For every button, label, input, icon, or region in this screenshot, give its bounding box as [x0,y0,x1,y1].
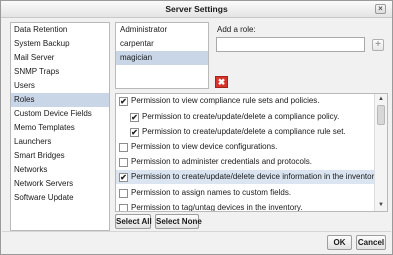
add-role-input[interactable] [216,37,365,52]
add-role-plus-icon[interactable]: + [372,39,384,51]
sidebar-item[interactable]: System Backup [11,37,109,51]
add-role-label: Add a role: [217,25,256,34]
permissions-scrollbar[interactable]: ▲ ▼ [374,94,387,211]
sidebar-item[interactable]: Software Update [11,191,109,205]
ok-button[interactable]: OK [327,235,352,250]
permission-row[interactable]: Permission to tag/untag devices in the i… [116,201,378,212]
dialog-titlebar: Server Settings × [1,1,392,18]
checkbox[interactable] [119,158,128,167]
cancel-button[interactable]: Cancel [356,235,386,250]
select-all-button[interactable]: Select All [115,214,152,229]
sidebar-item[interactable]: Custom Device Fields [11,107,109,121]
scroll-down-icon[interactable]: ▼ [375,200,387,211]
checked-checkbox[interactable]: ✔ [130,128,139,137]
dialog-title: Server Settings [165,4,228,14]
role-list-item[interactable]: Administrator [116,23,208,37]
sidebar-item[interactable]: Smart Bridges [11,149,109,163]
scroll-up-icon[interactable]: ▲ [375,94,387,105]
checked-checkbox[interactable]: ✔ [119,97,128,106]
scroll-thumb[interactable] [377,105,385,125]
sidebar-item[interactable]: Networks [11,163,109,177]
sidebar-item[interactable]: SNMP Traps [11,65,109,79]
role-list-item[interactable]: carpentar [116,37,208,51]
sidebar-item[interactable]: Users [11,79,109,93]
permission-row[interactable]: ✔ Permission to view compliance rule sets… [116,94,378,108]
sidebar-item[interactable]: Network Servers [11,177,109,191]
checkbox[interactable] [119,189,128,198]
checked-checkbox[interactable]: ✔ [130,113,139,122]
role-list-item[interactable]: magician [116,51,208,65]
close-icon[interactable]: × [375,4,386,14]
permission-label: Permission to administer credentials and… [131,157,312,166]
permission-row[interactable]: ✔ Permission to create/update/delete devi… [116,170,380,184]
sidebar-item[interactable]: Launchers [11,135,109,149]
server-settings-dialog: Server Settings × Data Retention System B… [0,0,393,255]
permission-row[interactable]: ✔ Permission to create/update/delete a co… [116,110,378,124]
permission-label: Permission to create/update/delete devic… [131,172,380,181]
checkbox[interactable] [119,204,128,211]
permission-label: Permission to view compliance rule sets … [131,96,320,105]
roles-list: Administrator carpentar magician [115,22,209,89]
checkbox[interactable] [119,143,128,152]
select-none-button[interactable]: Select None [155,214,202,229]
permission-label: Permission to create/update/delete a com… [142,112,340,121]
checked-checkbox[interactable]: ✔ [119,173,128,182]
permission-label: Permission to assign names to custom fie… [131,188,292,197]
permission-row[interactable]: Permission to view device configurations… [116,140,378,154]
permission-row[interactable]: ✔ Permission to create/update/delete a co… [116,125,378,139]
sidebar-item[interactable]: Data Retention [11,23,109,37]
sidebar-item[interactable]: Mail Server [11,51,109,65]
permission-label: Permission to create/update/delete a com… [142,127,346,136]
permission-label: Permission to view device configurations… [131,142,278,151]
permission-label: Permission to tag/untag devices in the i… [131,203,303,212]
permission-row[interactable]: Permission to assign names to custom fie… [116,186,378,200]
delete-role-icon[interactable]: ✖ [215,76,228,88]
footer-divider [2,231,391,232]
sidebar-item[interactable]: Memo Templates [11,121,109,135]
permissions-list: ✔ Permission to view compliance rule sets… [115,93,388,212]
sidebar-item[interactable]: Roles [11,93,109,107]
permission-row[interactable]: Permission to administer credentials and… [116,155,378,169]
settings-category-list: Data Retention System Backup Mail Server SN… [10,22,110,231]
